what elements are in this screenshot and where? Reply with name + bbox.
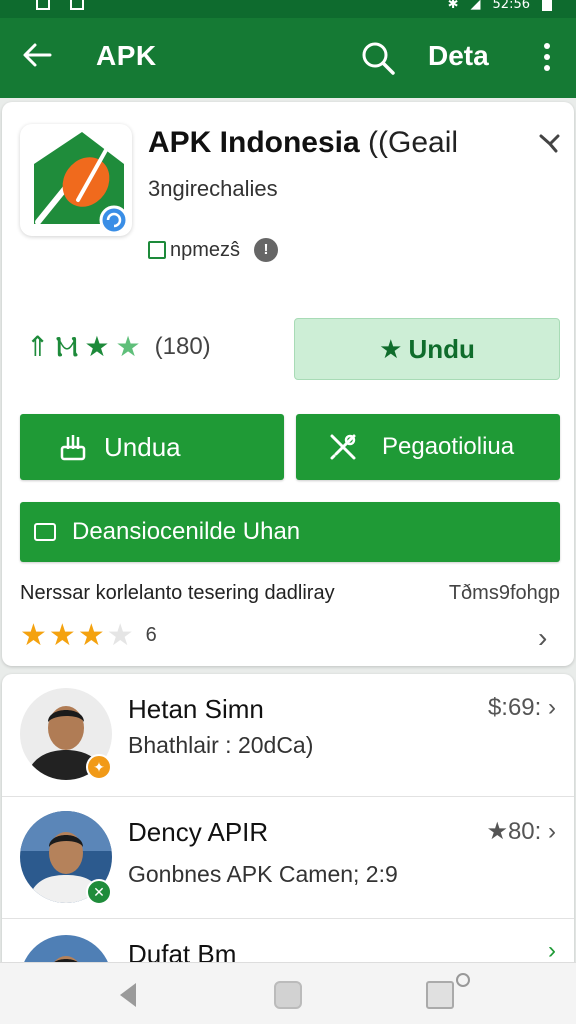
- review-subtitle: Gonbnes APK Camen; 2:9: [128, 861, 398, 887]
- more-vert-icon[interactable]: [536, 42, 558, 72]
- detail-button[interactable]: Deta: [428, 40, 489, 72]
- nav-recents-icon[interactable]: [426, 981, 454, 1009]
- review-price: $:69: ›: [487, 694, 556, 721]
- manage-button-label: Pegaotioliua: [382, 433, 515, 460]
- battery-icon: [542, 0, 552, 11]
- star-icon: ★: [106, 619, 134, 652]
- app-logo-icon: [34, 132, 129, 235]
- star-icon: ★: [115, 331, 141, 362]
- status-time: 52:56: [492, 0, 530, 12]
- share-icon[interactable]: [538, 132, 560, 154]
- rating-meta: Tðms9fohgp: [448, 582, 560, 604]
- manage-button[interactable]: Pegaotioliua: [296, 414, 560, 480]
- status-bar: ✱ ◢ 52:56: [0, 0, 576, 18]
- download-button[interactable]: Undua: [20, 414, 284, 480]
- rating-count: (180): [154, 333, 211, 360]
- badge-icon: ✦: [86, 754, 112, 780]
- reviews-list: ✦ Hetan Simn Bhathlair : 20dCa) $:69: › …: [2, 674, 574, 974]
- review-subtitle: Bhathlair : 20dCa): [128, 732, 314, 758]
- review-price-text: $:69:: [487, 694, 542, 721]
- thumb-icon: ⇑: [26, 331, 50, 362]
- star-icon: ★: [48, 619, 76, 652]
- package-row: npmezŝ !: [148, 238, 279, 262]
- system-nav-bar: [0, 962, 576, 1024]
- review-price: ★80: ›: [486, 818, 556, 845]
- install-button-label: Undu: [408, 333, 475, 364]
- app-bar: APK Deta: [0, 18, 576, 98]
- review-name: Dency APIR: [128, 817, 269, 847]
- app-icon: [20, 124, 132, 236]
- description-button[interactable]: Deansiocenilde Uhan: [20, 502, 560, 562]
- install-button[interactable]: ★ Undu: [294, 318, 560, 380]
- back-arrow-icon[interactable]: [20, 38, 54, 72]
- description-button-label: Deansiocenilde Uhan: [72, 518, 301, 545]
- star-icon: ★: [77, 619, 105, 652]
- app-name: APK Indonesia ((Geail: [148, 126, 458, 160]
- rating-message: Nerssar korlelanto tesering dadliray: [20, 582, 335, 604]
- list-item[interactable]: ✦ Hetan Simn Bhathlair : 20dCa) $:69: ›: [2, 674, 574, 796]
- info-icon[interactable]: !: [254, 238, 279, 262]
- chevron-right-icon[interactable]: ›: [538, 622, 547, 654]
- search-icon[interactable]: [360, 40, 396, 76]
- description-icon: [34, 523, 56, 541]
- tools-icon: [330, 434, 356, 460]
- wifi-icon: ✱: [447, 0, 459, 12]
- rating-message-row: Nerssar korlelanto tesering dadliray Tðm…: [20, 582, 560, 605]
- app-name-text: APK Indonesia: [148, 126, 360, 159]
- star-icon: ★: [84, 331, 110, 362]
- download-icon: [60, 435, 86, 461]
- building-icon: Ⲙ: [55, 331, 79, 362]
- review-name: Hetan Simn: [128, 694, 264, 724]
- badge-icon: ✕: [86, 879, 112, 905]
- nav-home-icon[interactable]: [274, 981, 302, 1009]
- nav-indicator-icon: [456, 973, 470, 987]
- star-icon: ★: [20, 619, 47, 652]
- package-icon: [148, 241, 166, 259]
- app-detail-card: APK Indonesia ((Geail 3ngirechalies npme…: [2, 102, 574, 666]
- star-icon: ★: [379, 333, 403, 364]
- package-name: npmezŝ: [170, 238, 241, 261]
- nav-back-icon[interactable]: [116, 981, 140, 1009]
- rating-row: ⇑ Ⲙ ★ ★ (180): [26, 332, 211, 362]
- developer-name[interactable]: 3ngirechalies: [148, 176, 278, 202]
- star-rating: ★ ★ ★ ★ 6: [20, 618, 157, 653]
- app-name-suffix: ((Geail: [359, 126, 459, 159]
- download-button-label: Undua: [104, 431, 181, 462]
- star-rating-count: 6: [145, 624, 157, 646]
- signal-icon: ◢: [470, 0, 481, 12]
- notification-icon: [70, 0, 84, 10]
- chevron-right-icon[interactable]: ›: [548, 937, 556, 965]
- app-bar-title: APK: [96, 40, 157, 71]
- review-price-text: ★80:: [486, 818, 542, 845]
- list-item[interactable]: ✕ Dency APIR Gonbnes APK Camen; 2:9 ★80:…: [2, 796, 574, 918]
- notification-icon: [36, 0, 50, 10]
